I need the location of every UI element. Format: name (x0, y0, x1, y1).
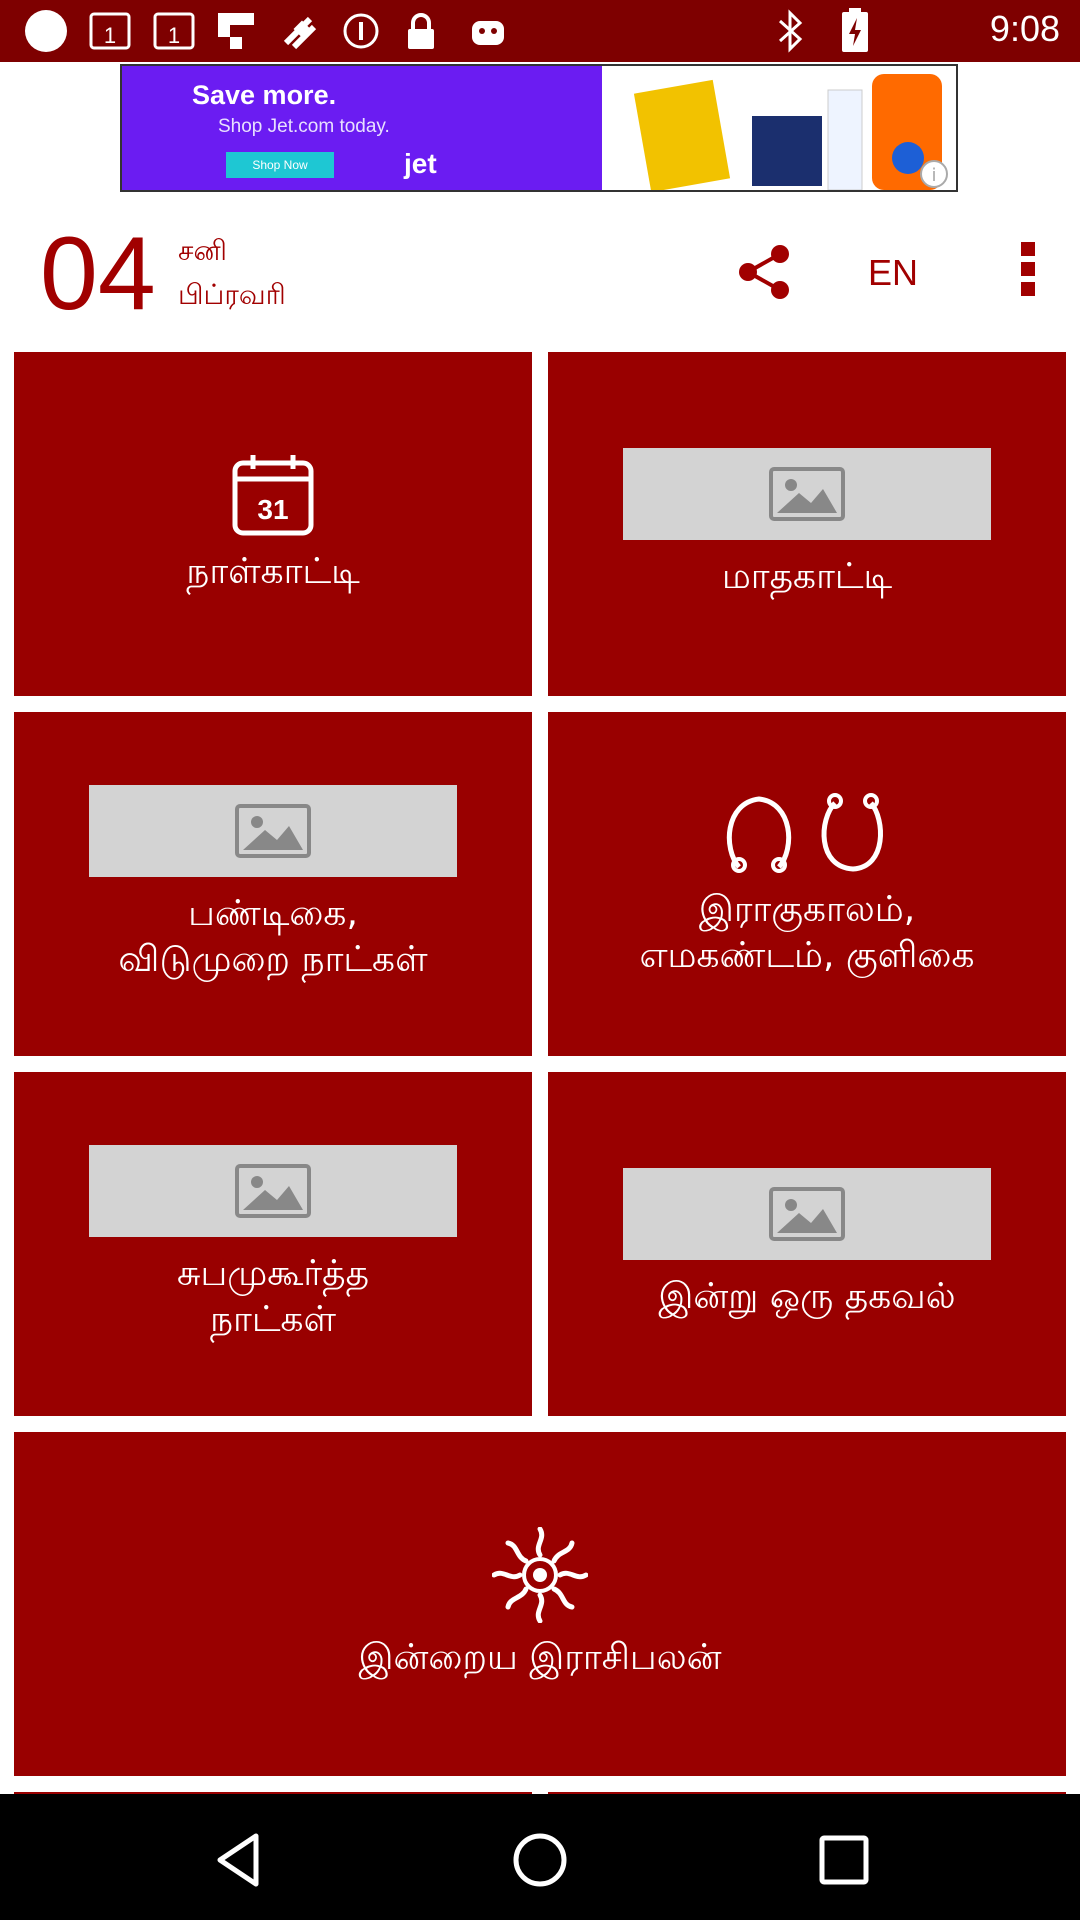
calendar-1-icon: 1 (88, 10, 132, 52)
svg-text:31: 31 (257, 494, 288, 525)
tile-label: இன்றைய இராசிபலன் (358, 1637, 722, 1678)
month-name: பிப்ரவரி (178, 278, 286, 311)
status-time: 9:08 (989, 8, 1060, 49)
tile-label: இராகுகாலம், எமகண்டம், குளிகை (639, 889, 975, 976)
flipboard-icon (216, 10, 256, 52)
info-circle-icon (342, 10, 380, 52)
tile-daily-horoscope[interactable]: இன்றைய இராசிபலன் (14, 1432, 1066, 1776)
back-icon[interactable] (208, 1830, 268, 1890)
tile-festivals-holidays[interactable]: பண்டிகை, விடுமுறை நாட்கள் (14, 712, 532, 1056)
tile-label: இன்று ஒரு தகவல் (658, 1276, 956, 1317)
tile-monthly-calendar[interactable]: மாதகாட்டி (548, 352, 1066, 696)
tile-label: நாள்காட்டி (186, 551, 360, 592)
tile-label: பண்டிகை, விடுமுறை நாட்கள் (118, 893, 428, 980)
bluetooth-icon (774, 9, 806, 53)
android-icon (468, 10, 508, 52)
image-placeholder-icon (89, 785, 457, 877)
tile-label: மாதகாட்டி (721, 556, 893, 597)
ad-shop-now-button[interactable]: Shop Now (226, 152, 334, 178)
image-placeholder-icon (89, 1145, 457, 1237)
navigation-bar (0, 1794, 1080, 1920)
recents-icon[interactable] (814, 1830, 874, 1890)
svg-text:1: 1 (104, 23, 116, 48)
rahu-kalam-icon (719, 789, 895, 875)
battery-charging-icon (840, 8, 870, 52)
circle-notification-icon (24, 10, 68, 52)
ad-banner[interactable]: Save more. Shop Jet.com today. Shop Now … (120, 64, 958, 192)
language-toggle-button[interactable]: EN (868, 252, 918, 294)
share-icon[interactable] (736, 244, 792, 300)
status-bar: 1 1 9:08 (0, 0, 1080, 62)
image-placeholder-icon (623, 1168, 991, 1260)
sun-icon (492, 1527, 588, 1623)
svg-text:1: 1 (168, 23, 180, 48)
calendar-31-icon: 31 (231, 453, 315, 537)
ad-subtitle: Shop Jet.com today. (218, 116, 390, 137)
tile-auspicious-days[interactable]: சுபமுகூர்த்த நாட்கள் (14, 1072, 532, 1416)
day-name: சனி (178, 234, 227, 267)
date-number: 04 (40, 216, 156, 332)
home-icon[interactable] (510, 1830, 570, 1890)
image-placeholder-icon (623, 448, 991, 540)
ad-title: Save more. (192, 80, 337, 110)
lock-icon (404, 10, 438, 52)
ad-product-image (602, 66, 956, 190)
tile-rahu-kalam[interactable]: இராகுகாலம், எமகண்டம், குளிகை (548, 712, 1066, 1056)
calendar-1-icon: 1 (152, 10, 196, 52)
tile-label: சுபமுகூர்த்த நாட்கள் (176, 1253, 370, 1340)
ad-brand: jet (404, 148, 437, 179)
tile-daily-calendar[interactable]: 31 நாள்காட்டி (14, 352, 532, 696)
ad-info-icon[interactable]: i (920, 160, 948, 188)
overflow-menu-icon[interactable] (1016, 242, 1040, 300)
fake-gps-icon (276, 10, 324, 52)
tile-daily-info[interactable]: இன்று ஒரு தகவல் (548, 1072, 1066, 1416)
